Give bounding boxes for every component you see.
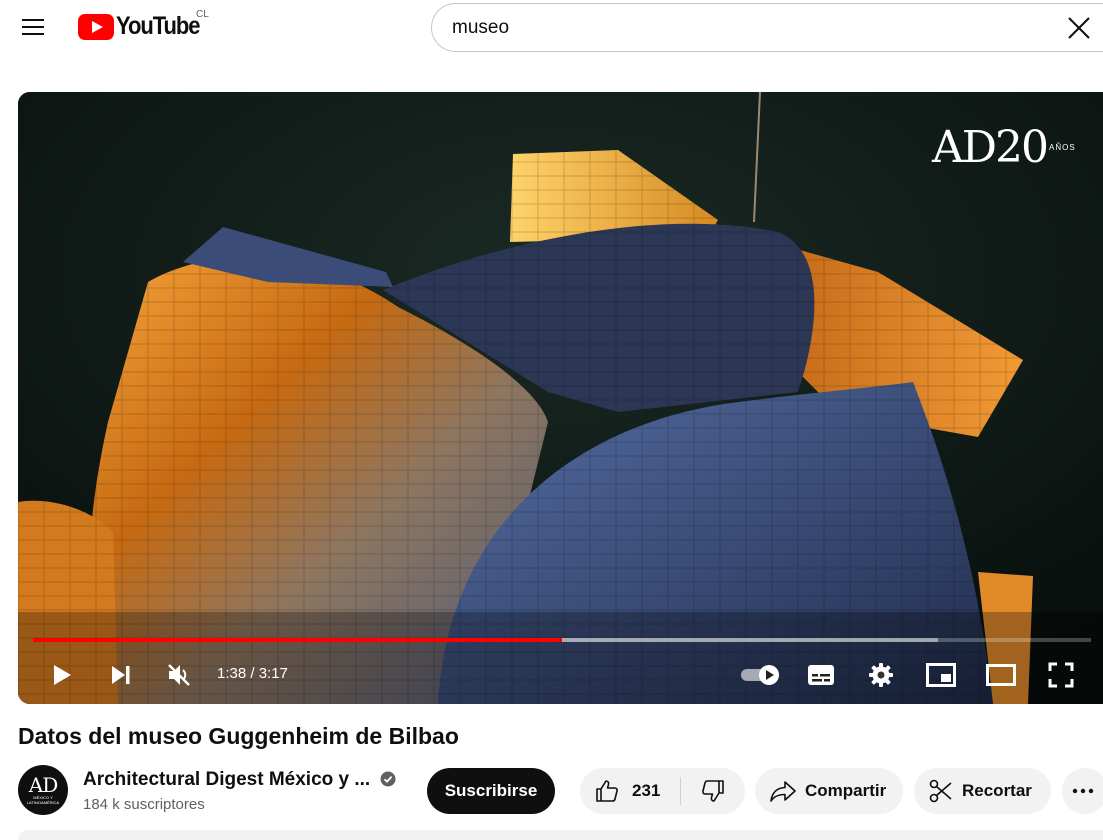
menu-button[interactable] [16, 10, 50, 44]
avatar-logo-subtext: MÉXICO Y LATINOAMÉRICA [26, 795, 60, 805]
menu-icon-line [22, 26, 44, 28]
verified-badge-icon [380, 771, 396, 787]
thumbs-up-icon [596, 780, 618, 802]
menu-icon-line [22, 33, 44, 35]
description-box[interactable] [18, 830, 1103, 840]
watermark-subtext: AÑOS [1049, 143, 1076, 152]
subscribe-button[interactable]: Suscribirse [427, 768, 555, 814]
youtube-play-icon [78, 13, 114, 40]
subtitles-icon [808, 665, 834, 685]
progress-bar[interactable] [33, 638, 1091, 642]
autoplay-toggle-icon [741, 665, 779, 685]
skip-next-icon [112, 666, 130, 684]
avatar-logo-text: AD [28, 773, 59, 797]
fullscreen-icon [1048, 662, 1074, 688]
like-button[interactable]: 231 [580, 768, 680, 814]
theater-mode-button[interactable] [983, 657, 1019, 693]
share-label: Compartir [805, 781, 887, 800]
search-input[interactable] [452, 16, 1012, 40]
menu-icon-line [22, 19, 44, 21]
settings-button[interactable] [863, 657, 899, 693]
volume-muted-icon [168, 664, 190, 686]
logo-text: YouTube [116, 12, 201, 40]
subscriber-count: 184 k suscriptores [83, 796, 205, 813]
video-title: Datos del museo Guggenheim de Bilbao [18, 723, 459, 749]
share-button[interactable]: Compartir [755, 768, 903, 814]
watermark-text: AD20 [932, 122, 1049, 173]
gear-icon [869, 663, 893, 687]
subtitles-button[interactable] [803, 657, 839, 693]
share-icon [770, 781, 796, 802]
autoplay-toggle[interactable] [739, 657, 783, 693]
close-icon [1068, 17, 1090, 39]
play-button[interactable] [44, 657, 80, 693]
miniplayer-icon [926, 663, 956, 687]
video-frame [18, 92, 1103, 704]
progress-played [33, 638, 562, 642]
fullscreen-button[interactable] [1043, 657, 1079, 693]
clear-search-button[interactable] [1066, 15, 1092, 41]
mute-button[interactable] [161, 657, 197, 693]
more-horizontal-icon [1072, 788, 1094, 794]
clip-button[interactable]: Recortar [914, 768, 1051, 814]
clip-label: Recortar [962, 781, 1032, 800]
time-display: 1:38 / 3:17 [217, 665, 288, 682]
scissors-icon [929, 779, 952, 803]
play-icon [54, 665, 71, 685]
like-dislike-group: 231 [580, 768, 745, 814]
video-player[interactable]: AD20 AÑOS 1:38 / 3:17 [18, 92, 1103, 704]
like-count: 231 [632, 781, 661, 800]
search-box[interactable] [431, 3, 1103, 52]
dislike-button[interactable] [681, 768, 745, 814]
next-button[interactable] [103, 657, 139, 693]
youtube-logo[interactable]: YouTube [78, 12, 211, 41]
channel-avatar[interactable]: AD MÉXICO Y LATINOAMÉRICA [18, 765, 68, 815]
theater-mode-icon [986, 664, 1016, 686]
thumbs-down-icon [702, 780, 724, 802]
more-actions-button[interactable] [1062, 768, 1103, 814]
miniplayer-button[interactable] [923, 657, 959, 693]
channel-name[interactable]: Architectural Digest México y ... [83, 769, 370, 791]
country-code: CL [196, 9, 209, 20]
channel-watermark: AD20 AÑOS [932, 122, 1076, 173]
